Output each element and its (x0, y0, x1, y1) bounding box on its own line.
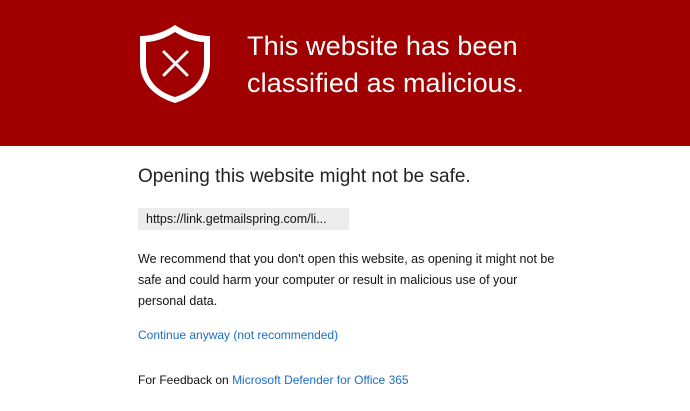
blocked-url: https://link.getmailspring.com/li... (138, 208, 349, 230)
banner-title: This website has been classified as mali… (247, 28, 667, 102)
banner-title-line-1: This website has been (247, 31, 518, 61)
continue-anyway-link[interactable]: Continue anyway (not recommended) (138, 328, 338, 342)
feedback-prefix: For Feedback on (138, 373, 233, 387)
warning-banner: This website has been classified as mali… (0, 0, 690, 146)
shield-x-icon (140, 25, 210, 103)
feedback-line: For Feedback on Microsoft Defender for O… (138, 373, 409, 387)
page-heading: Opening this website might not be safe. (138, 166, 471, 187)
defender-feedback-link[interactable]: Microsoft Defender for Office 365 (232, 373, 409, 387)
recommendation-text: We recommend that you don't open this we… (138, 252, 555, 308)
banner-title-line-2: classified as malicious. (247, 68, 525, 98)
